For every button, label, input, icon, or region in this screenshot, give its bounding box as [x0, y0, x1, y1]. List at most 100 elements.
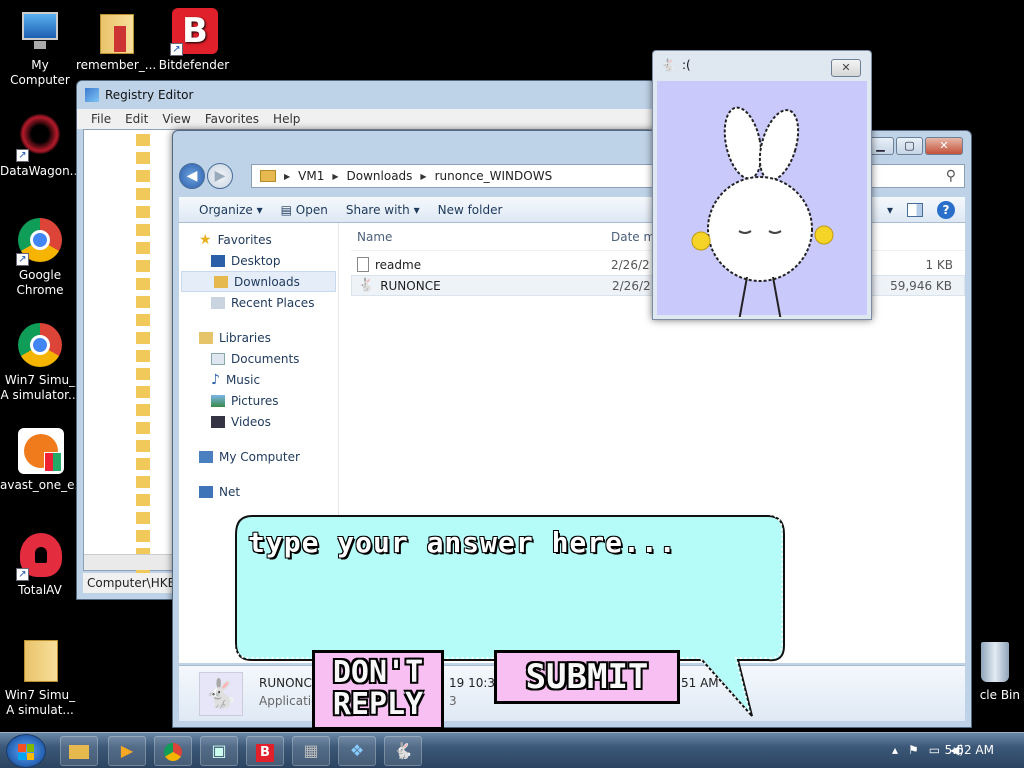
breadcrumb-runonce[interactable]: runonce_WINDOWS: [435, 169, 553, 183]
avast-icon: [16, 428, 64, 476]
menu-file[interactable]: File: [91, 112, 111, 126]
clock[interactable]: 5:52 AM: [945, 743, 994, 757]
taskbar-regedit[interactable]: ❖: [338, 736, 376, 766]
bunny-app-icon: 🐇: [393, 741, 413, 760]
icon-label: Google Chrome: [16, 268, 64, 297]
bunny-small-icon: 🐇: [661, 58, 676, 72]
nav-pictures[interactable]: Pictures: [179, 390, 338, 411]
organize-button[interactable]: Organize ▾: [199, 203, 263, 217]
column-name[interactable]: Name: [351, 230, 611, 244]
desktop-icon-my-computer[interactable]: My Computer: [0, 8, 80, 88]
icon-label: DataWagon...: [0, 164, 82, 178]
nav-videos[interactable]: Videos: [179, 411, 338, 432]
breadcrumb-downloads[interactable]: Downloads: [347, 169, 413, 183]
text-file-icon: [357, 257, 369, 272]
flag-icon[interactable]: ⚑: [908, 743, 919, 757]
menu-help[interactable]: Help: [273, 112, 300, 126]
star-icon: ★: [199, 231, 212, 248]
media-player-icon: ▶: [120, 741, 134, 760]
preview-pane-icon[interactable]: [907, 203, 923, 217]
nav-downloads[interactable]: Downloads: [181, 271, 336, 292]
bitdefender-icon: B ↗: [170, 8, 218, 56]
icon-label: Win7 Simu_ A simulat...: [4, 688, 76, 717]
desktop-icon-datawagon[interactable]: ↗ DataWagon...: [0, 114, 82, 179]
taskbar-bunny[interactable]: 🐇: [384, 736, 422, 766]
folder-icon: [69, 745, 89, 759]
taskbar-remote[interactable]: ▣: [200, 736, 238, 766]
forward-button[interactable]: ▶: [207, 163, 233, 189]
pictures-icon: [211, 394, 225, 407]
answer-input[interactable]: type your answer here...: [248, 526, 677, 559]
open-icon: ▤: [280, 202, 292, 217]
desktop-icon-win7-simu-2[interactable]: Win7 Simu_ A simulat...: [0, 638, 80, 718]
taskbar-app[interactable]: ▦: [292, 736, 330, 766]
breadcrumb-vm1[interactable]: VM1: [298, 169, 324, 183]
network-icon[interactable]: ▭: [929, 743, 940, 757]
view-options-icon[interactable]: ▾: [887, 203, 893, 217]
chevron-right-icon: ▶: [420, 171, 427, 181]
window-controls: ▁ ▢ ✕: [867, 137, 963, 155]
bunny-app-icon: 🐇: [358, 278, 375, 293]
desktop-icon: [211, 254, 225, 267]
taskbar-media-player[interactable]: ▶: [108, 736, 146, 766]
datawagon-icon: ↗: [16, 114, 64, 162]
regedit-icon: [85, 88, 99, 102]
nav-libraries[interactable]: Libraries: [179, 327, 338, 348]
icon-label: avast_one_e...: [0, 478, 86, 492]
desktop-icon-avast[interactable]: avast_one_e...: [0, 428, 86, 493]
dont-reply-button[interactable]: DON'T REPLY: [312, 650, 444, 730]
nav-desktop[interactable]: Desktop: [179, 250, 338, 271]
start-button[interactable]: [6, 734, 46, 768]
nav-network[interactable]: Net: [179, 481, 338, 502]
taskbar-bitdefender[interactable]: B: [246, 736, 284, 766]
search-icon[interactable]: ⚲: [946, 168, 956, 184]
chrome-icon: [164, 743, 182, 761]
icon-label: Win7 Simu_ A simulator...: [0, 373, 80, 402]
chevron-right-icon: ▶: [284, 171, 291, 181]
desktop-icon-bitdefender[interactable]: B ↗ Bitdefender: [154, 8, 234, 73]
taskbar-chrome[interactable]: [154, 736, 192, 766]
desktop-icon-win7-simu[interactable]: Win7 Simu_ A simulator...: [0, 323, 80, 403]
grid-icon: ▦: [303, 741, 319, 760]
remote-desktop-icon: ▣: [211, 741, 227, 760]
menu-view[interactable]: View: [162, 112, 190, 126]
back-button[interactable]: ◀: [179, 163, 205, 189]
folder-icon: [260, 170, 276, 182]
network-icon: [199, 485, 213, 498]
title-bar[interactable]: Registry Editor: [77, 81, 655, 109]
window-title: Registry Editor: [105, 88, 194, 102]
nav-recent-places[interactable]: Recent Places: [179, 292, 338, 313]
help-icon[interactable]: ?: [937, 201, 955, 219]
windows-logo-icon: [18, 744, 34, 760]
documents-icon: [211, 352, 225, 365]
icon-label: remember_...: [76, 58, 157, 72]
new-folder-button[interactable]: New folder: [438, 203, 503, 217]
desktop-icon-totalav[interactable]: ↗ TotalAV: [0, 533, 80, 598]
totalav-icon: ↗: [16, 533, 64, 581]
submit-button[interactable]: SUBMIT: [494, 650, 680, 704]
menu-edit[interactable]: Edit: [125, 112, 148, 126]
icon-label: TotalAV: [18, 583, 62, 597]
desktop-icon-remember[interactable]: remember_...: [76, 8, 156, 73]
desktop-icon-chrome[interactable]: ↗ Google Chrome: [0, 218, 80, 298]
close-button[interactable]: ✕: [925, 137, 963, 155]
bunny-image: [657, 81, 867, 322]
recent-places-icon: [211, 296, 225, 309]
bunny-illustration: [691, 106, 834, 322]
taskbar-explorer[interactable]: [60, 736, 98, 766]
chrome-icon: [16, 323, 64, 371]
icon-label: My Computer: [10, 58, 70, 87]
nav-music[interactable]: ♪ Music: [179, 369, 338, 390]
open-button[interactable]: ▤ Open: [281, 203, 328, 217]
nav-documents[interactable]: Documents: [179, 348, 338, 369]
downloads-folder-icon: [214, 275, 228, 288]
share-with-button[interactable]: Share with ▾: [346, 203, 420, 217]
nav-favorites[interactable]: ★ Favorites: [179, 229, 338, 250]
menu-favorites[interactable]: Favorites: [205, 112, 259, 126]
bunny-popup-window[interactable]: 🐇 :( ✕: [652, 50, 872, 322]
maximize-button[interactable]: ▢: [896, 137, 923, 155]
show-hidden-icons[interactable]: ▴: [892, 743, 898, 757]
close-button[interactable]: ✕: [831, 59, 861, 77]
nav-my-computer[interactable]: My Computer: [179, 446, 338, 467]
computer-icon: [199, 450, 213, 463]
